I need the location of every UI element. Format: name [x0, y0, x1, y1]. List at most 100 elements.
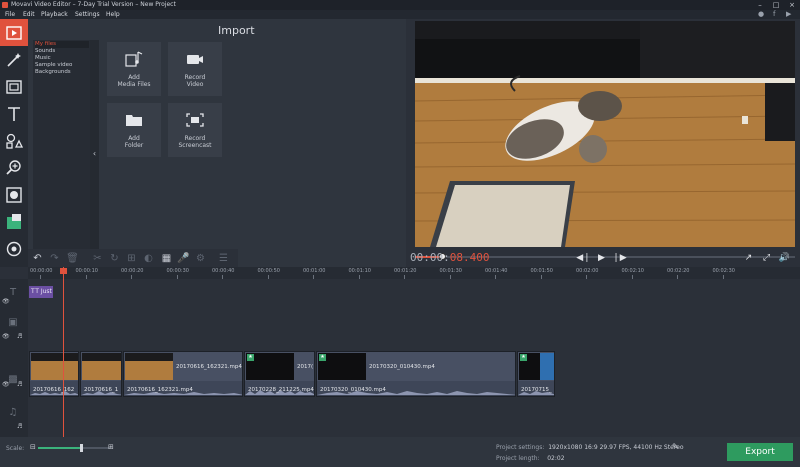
- transitions-tool-button[interactable]: [0, 73, 28, 100]
- crop-button[interactable]: ⊞: [124, 251, 139, 265]
- speaker-icon: 🔊: [778, 252, 791, 263]
- clip-properties-button[interactable]: ⚙: [193, 251, 208, 265]
- music-track-icon: ♫: [8, 407, 18, 418]
- speaker-icon[interactable]: ♬: [17, 381, 22, 388]
- pip-tool-button[interactable]: [0, 208, 28, 235]
- next-frame-button[interactable]: ❘▶: [612, 250, 627, 265]
- minimize-icon[interactable]: –: [752, 0, 768, 10]
- previous-frame-button[interactable]: ◀❘: [576, 250, 591, 265]
- popout-button[interactable]: ↗: [741, 250, 756, 265]
- volume-button[interactable]: 🔊: [777, 250, 792, 265]
- preview-panel: [406, 19, 800, 267]
- image-button[interactable]: ▦: [159, 251, 174, 265]
- scale-slider-handle[interactable]: [80, 444, 84, 452]
- category-sounds[interactable]: Sounds: [35, 48, 89, 55]
- titles-tool-button[interactable]: [0, 100, 28, 127]
- edit-pencil-icon[interactable]: ✎: [672, 442, 679, 451]
- category-music[interactable]: Music: [35, 55, 89, 62]
- speaker-icon[interactable]: ♬: [17, 423, 22, 430]
- undo-icon: ↶: [33, 252, 42, 264]
- text-t-icon: T T: [31, 288, 41, 295]
- ruler-tick-label: 00:00:20: [121, 268, 144, 274]
- collapse-panel-button[interactable]: ‹: [90, 40, 99, 267]
- youtube-icon[interactable]: ▶: [786, 10, 791, 19]
- tile-label-line2: Video: [186, 81, 204, 88]
- zoom-out-icon[interactable]: ⊟: [30, 443, 36, 451]
- speaker-icon[interactable]: ♬: [17, 333, 22, 340]
- zoom-icon: [6, 159, 21, 175]
- video-clip[interactable]: 20170616_162321.mp4 20170616_162321.mp4: [123, 351, 243, 397]
- clip-thumbnails: 20170616_162321.mp4: [124, 352, 242, 381]
- vk-icon[interactable]: ●: [758, 10, 764, 19]
- import-panel: Import My files Sounds Music Sample vide…: [28, 19, 406, 267]
- category-backgrounds[interactable]: Backgrounds: [35, 69, 89, 76]
- undo-button[interactable]: ↶: [30, 251, 45, 265]
- color-adjust-button[interactable]: ◐: [141, 251, 156, 265]
- stickers-tool-button[interactable]: [0, 127, 28, 154]
- popout-icon: ↗: [744, 252, 753, 263]
- video-clip[interactable]: 20170320_010430.mp4 ★ 20170320_010430.mp…: [316, 351, 516, 397]
- title-bar: Movavi Video Editor – 7-Day Trial Versio…: [0, 0, 800, 10]
- bottom-bar: Scale: ⊟ ⊞ Project settings: 1920x1080 1…: [0, 437, 800, 467]
- transition-icon: [6, 79, 22, 94]
- category-my-files[interactable]: My files: [35, 41, 89, 48]
- facebook-icon[interactable]: f: [773, 10, 775, 19]
- export-button[interactable]: Export: [727, 443, 793, 461]
- video-preview[interactable]: [415, 21, 795, 247]
- zoom-in-icon[interactable]: ⊞: [108, 443, 114, 451]
- title-clip-label: Just: [40, 288, 52, 295]
- menu-playback[interactable]: Playback: [41, 10, 68, 19]
- redo-button[interactable]: ↷: [47, 251, 62, 265]
- video-clip[interactable]: ★ 20170715_: [517, 351, 555, 397]
- import-tool-button[interactable]: [0, 19, 28, 46]
- time-ruler[interactable]: 00:00:00 00:00:10 00:00:20 00:00:30 00:00:40…: [28, 267, 800, 279]
- fullscreen-button[interactable]: ⤢: [759, 250, 774, 265]
- clip-thumbnails: 20170320_010430.mp4 ★: [317, 352, 515, 381]
- menu-edit[interactable]: Edit: [23, 10, 35, 19]
- video-clip[interactable]: 2017( ★ 20170228_211225.mp4: [244, 351, 315, 397]
- menu-help[interactable]: Help: [106, 10, 120, 19]
- split-button[interactable]: ✂: [90, 251, 105, 265]
- zoom-tool-button[interactable]: [0, 154, 28, 181]
- window-title: Movavi Video Editor – 7-Day Trial Versio…: [11, 1, 176, 8]
- record-video-button[interactable]: Record Video: [168, 42, 222, 96]
- record-screencast-button[interactable]: Record Screencast: [168, 103, 222, 157]
- ruler-tick-label: 00:01:20: [394, 268, 417, 274]
- timecode-main: 00:00:: [410, 251, 450, 264]
- playhead[interactable]: [63, 267, 64, 437]
- title-clip[interactable]: T T Just: [29, 286, 53, 298]
- project-length-label: Project length:: [496, 455, 540, 462]
- menu-file[interactable]: File: [5, 10, 15, 19]
- add-folder-button[interactable]: Add Folder: [107, 103, 161, 157]
- scale-slider[interactable]: [38, 444, 110, 452]
- close-icon[interactable]: ×: [784, 0, 800, 10]
- add-media-files-button[interactable]: Add Media Files: [107, 42, 161, 96]
- video-clip[interactable]: 20170616_162: [29, 351, 79, 397]
- transition-star-icon: ★: [247, 354, 254, 361]
- left-toolbar: [0, 19, 28, 267]
- video-clip[interactable]: 20170616_1: [80, 351, 122, 397]
- delete-button[interactable]: 🗑: [65, 251, 80, 265]
- category-sample-video[interactable]: Sample video: [35, 62, 89, 69]
- highlight-tool-button[interactable]: [0, 181, 28, 208]
- tile-label-line1: Record: [184, 74, 206, 81]
- equalizer-button[interactable]: ☰: [216, 251, 231, 265]
- ruler-tick-label: 00:00:30: [166, 268, 189, 274]
- eye-icon[interactable]: 👁: [2, 381, 10, 388]
- rotate-button[interactable]: ↻: [107, 251, 122, 265]
- maximize-icon[interactable]: □: [768, 0, 784, 10]
- gear-icon: ⚙: [196, 252, 205, 264]
- ruler-tick-label: 00:01:10: [348, 268, 371, 274]
- stabilization-tool-button[interactable]: [0, 235, 28, 262]
- menu-settings[interactable]: Settings: [75, 10, 100, 19]
- play-button[interactable]: ▶: [594, 250, 609, 265]
- text-t-icon: [8, 106, 20, 121]
- ruler-tick: [358, 275, 360, 279]
- tile-label-line1: Record: [184, 135, 206, 142]
- clip-thumbnail: [82, 353, 121, 380]
- eye-icon[interactable]: 👁: [2, 298, 10, 305]
- eye-icon[interactable]: 👁: [2, 333, 10, 340]
- record-audio-button[interactable]: 🎤: [176, 251, 191, 265]
- playhead-handle[interactable]: [60, 268, 67, 274]
- filters-tool-button[interactable]: [0, 46, 28, 73]
